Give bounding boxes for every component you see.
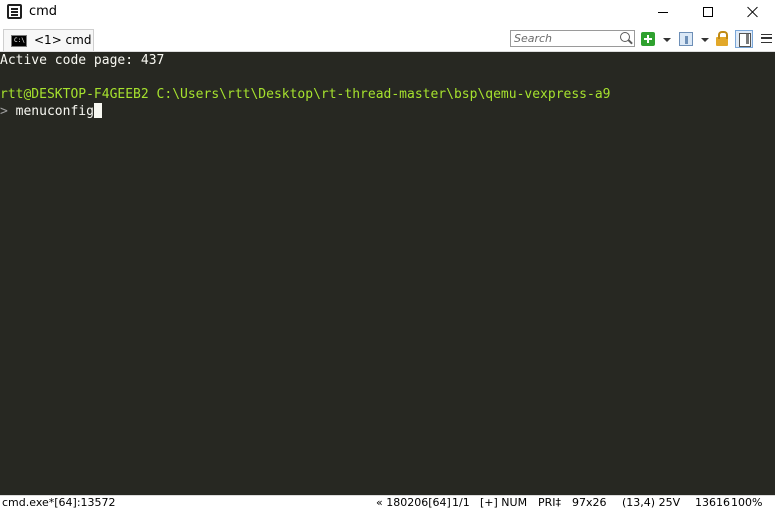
command-line[interactable]: > menuconfig	[0, 103, 102, 120]
status-priority: PRI‡	[538, 496, 562, 509]
minimize-button[interactable]	[640, 0, 685, 24]
console-area[interactable]: Active code page: 437 rtt@DESKTOP-F4GEEB…	[0, 52, 775, 495]
tab-console[interactable]: C:\ <1> cmd	[3, 29, 94, 51]
console-icon: C:\	[11, 35, 27, 47]
app-icon	[7, 4, 22, 19]
prompt-line: rtt@DESKTOP-F4GEEB2 C:\Users\rtt\Desktop…	[0, 86, 611, 103]
status-size: 97x26	[572, 496, 607, 509]
close-icon	[747, 6, 759, 18]
tab-bar: C:\ <1> cmd	[0, 24, 775, 52]
layout-dropdown-icon[interactable]	[701, 38, 709, 42]
text-cursor	[93, 103, 102, 118]
lock-icon[interactable]	[716, 31, 728, 46]
status-pages: 1/1	[452, 496, 470, 509]
prompt-symbol: >	[0, 104, 8, 119]
status-keys: [+] NUM	[480, 496, 528, 509]
status-cursor-pos: (13,4) 25V	[622, 496, 681, 509]
status-zoom: 100%	[731, 496, 763, 509]
search-icon[interactable]	[620, 32, 630, 42]
panel-toggle-icon[interactable]	[735, 30, 753, 48]
status-bar: cmd.exe*[64]:13572 « 180206[64] 1/1 [+] …	[0, 495, 775, 509]
close-button[interactable]	[730, 0, 775, 24]
status-pid: 13616	[695, 496, 730, 509]
menu-icon[interactable]	[761, 34, 772, 43]
prompt-user: rtt@DESKTOP-F4GEEB2	[0, 87, 149, 102]
window-title: cmd	[29, 4, 58, 19]
search-input[interactable]	[511, 31, 615, 46]
tab-label: <1> cmd	[34, 33, 92, 47]
command-text: menuconfig	[15, 104, 94, 119]
prompt-path: C:\Users\rtt\Desktop\rt-thread-master\bs…	[156, 87, 611, 102]
console-output-line: Active code page: 437	[0, 53, 165, 68]
layout-icon[interactable]	[679, 32, 693, 46]
status-process[interactable]: cmd.exe*[64]:13572	[2, 496, 116, 509]
maximize-button[interactable]	[685, 0, 730, 24]
search-box[interactable]	[510, 30, 635, 47]
status-build: « 180206[64]	[376, 496, 451, 509]
new-console-dropdown-icon[interactable]	[663, 38, 671, 42]
minimize-icon	[657, 11, 668, 13]
new-console-icon[interactable]	[641, 32, 655, 46]
maximize-icon	[702, 7, 713, 17]
title-bar: cmd	[0, 0, 775, 24]
